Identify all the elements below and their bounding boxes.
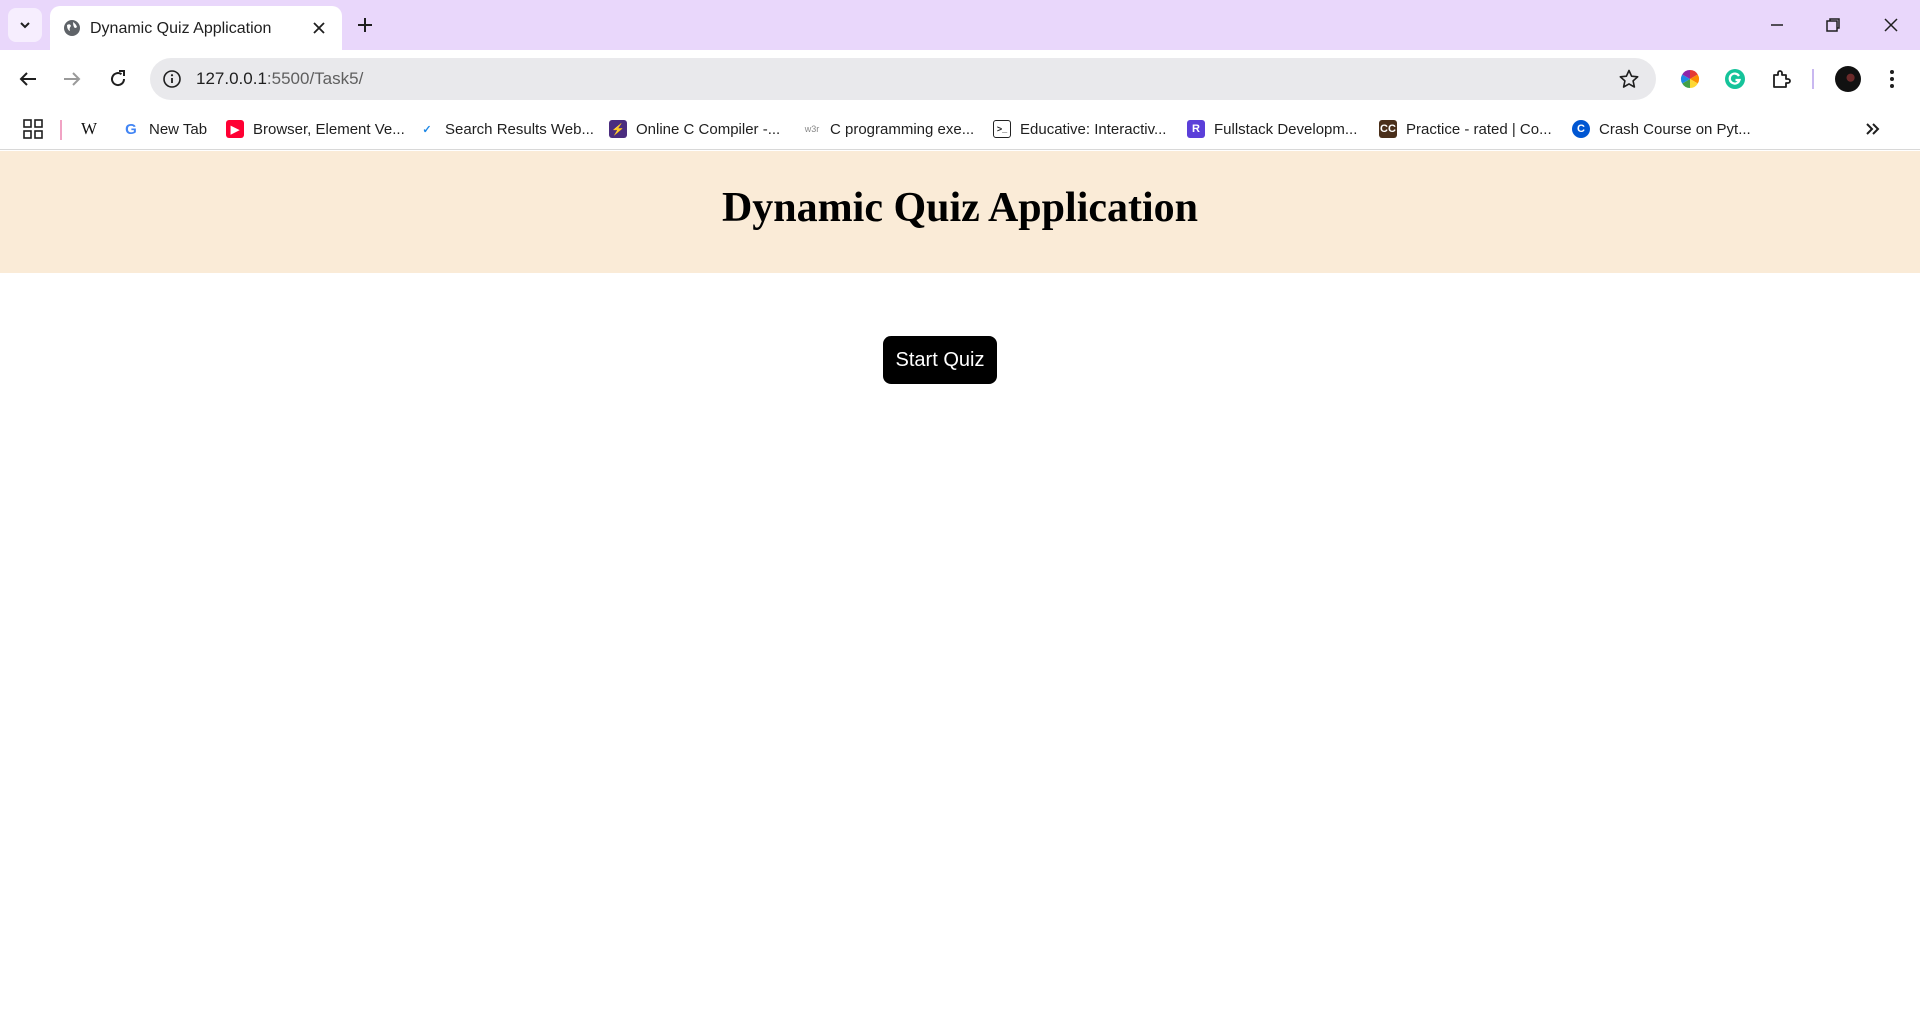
bookmark-item[interactable]: G New Tab bbox=[122, 108, 207, 150]
grammarly-icon[interactable] bbox=[1723, 67, 1747, 91]
chevron-double-right-icon[interactable] bbox=[1862, 118, 1884, 140]
bookmark-label: Educative: Interactiv... bbox=[1020, 120, 1167, 138]
bookmark-item[interactable]: w3r C programming exe... bbox=[803, 108, 974, 150]
chevron-down-icon bbox=[20, 22, 30, 29]
close-icon[interactable] bbox=[310, 19, 328, 37]
url-host: 127.0.0.1 bbox=[196, 69, 267, 88]
globe-icon bbox=[64, 20, 80, 36]
check-icon: ✓ bbox=[418, 120, 436, 138]
tab-strip: Dynamic Quiz Application bbox=[0, 0, 1920, 50]
new-tab-icon[interactable] bbox=[354, 14, 376, 36]
url-path: :5500/Task5/ bbox=[266, 69, 364, 88]
bookmark-star-icon[interactable] bbox=[1618, 68, 1640, 90]
browser-toolbar: 127.0.0.1:5500/Task5/ bbox=[0, 50, 1920, 108]
restore-icon[interactable] bbox=[1822, 14, 1844, 36]
url-text[interactable]: 127.0.0.1:5500/Task5/ bbox=[196, 69, 363, 89]
terminal-icon: >_ bbox=[993, 120, 1011, 138]
bookmark-item[interactable]: ⚡ Online C Compiler -... bbox=[609, 108, 780, 150]
reload-icon[interactable] bbox=[106, 67, 130, 91]
w3r-icon: w3r bbox=[803, 120, 821, 138]
bolt-icon: ⚡ bbox=[609, 120, 627, 138]
page-header: Dynamic Quiz Application bbox=[0, 151, 1920, 273]
bookmarks-bar: W G New Tab ▶ Browser, Element Ve... ✓ Search … bbox=[0, 108, 1920, 150]
bookmark-label: Browser, Element Ve... bbox=[253, 120, 405, 138]
bookmark-label: Fullstack Developm... bbox=[1214, 120, 1358, 138]
color-wheel-extension-icon[interactable] bbox=[1678, 67, 1702, 91]
bookmark-label: Search Results Web... bbox=[445, 120, 594, 138]
window-close-icon[interactable] bbox=[1880, 14, 1902, 36]
bookmark-item[interactable]: CC Practice - rated | Co... bbox=[1379, 108, 1552, 150]
page-title: Dynamic Quiz Application bbox=[721, 185, 1199, 231]
bookmark-label: Crash Course on Pyt... bbox=[1599, 120, 1751, 138]
bookmark-item[interactable]: R Fullstack Developm... bbox=[1187, 108, 1357, 150]
apps-grid-icon[interactable] bbox=[22, 118, 44, 140]
bookmark-label: C programming exe... bbox=[830, 120, 975, 138]
tab-search-button[interactable] bbox=[8, 8, 42, 42]
profile-avatar[interactable] bbox=[1835, 66, 1861, 92]
bookmark-item[interactable]: ✓ Search Results Web... bbox=[418, 108, 594, 150]
bookmark-label: Online C Compiler -... bbox=[636, 120, 781, 138]
wikipedia-icon: W bbox=[80, 119, 98, 138]
extensions-puzzle-icon[interactable] bbox=[1769, 67, 1793, 91]
toolbar-divider bbox=[1812, 69, 1814, 89]
address-bar[interactable]: 127.0.0.1:5500/Task5/ bbox=[150, 58, 1656, 100]
back-arrow-icon[interactable] bbox=[16, 67, 40, 91]
bookmark-item[interactable]: >_ Educative: Interactiv... bbox=[993, 108, 1166, 150]
bookmark-item[interactable]: C Crash Course on Pyt... bbox=[1572, 108, 1751, 150]
forward-arrow-icon[interactable] bbox=[60, 67, 84, 91]
tab-title: Dynamic Quiz Application bbox=[90, 20, 272, 37]
minimize-icon[interactable] bbox=[1766, 14, 1788, 36]
info-icon[interactable] bbox=[162, 69, 182, 89]
cc-icon: CC bbox=[1379, 120, 1397, 138]
bookmarks-divider bbox=[60, 120, 62, 140]
more-menu-icon[interactable] bbox=[1880, 67, 1904, 91]
active-tab[interactable]: Dynamic Quiz Application bbox=[50, 6, 342, 50]
bookmark-label: New Tab bbox=[149, 120, 208, 138]
bookmark-item[interactable]: W bbox=[80, 108, 107, 150]
r-icon: R bbox=[1187, 120, 1205, 138]
bookmark-item[interactable]: ▶ Browser, Element Ve... bbox=[226, 108, 405, 150]
coursera-icon: C bbox=[1572, 120, 1590, 138]
start-quiz-button[interactable]: Start Quiz bbox=[883, 336, 997, 384]
bookmark-label: Practice - rated | Co... bbox=[1406, 120, 1552, 138]
youtube-icon: ▶ bbox=[226, 120, 244, 138]
google-icon: G bbox=[122, 120, 140, 138]
